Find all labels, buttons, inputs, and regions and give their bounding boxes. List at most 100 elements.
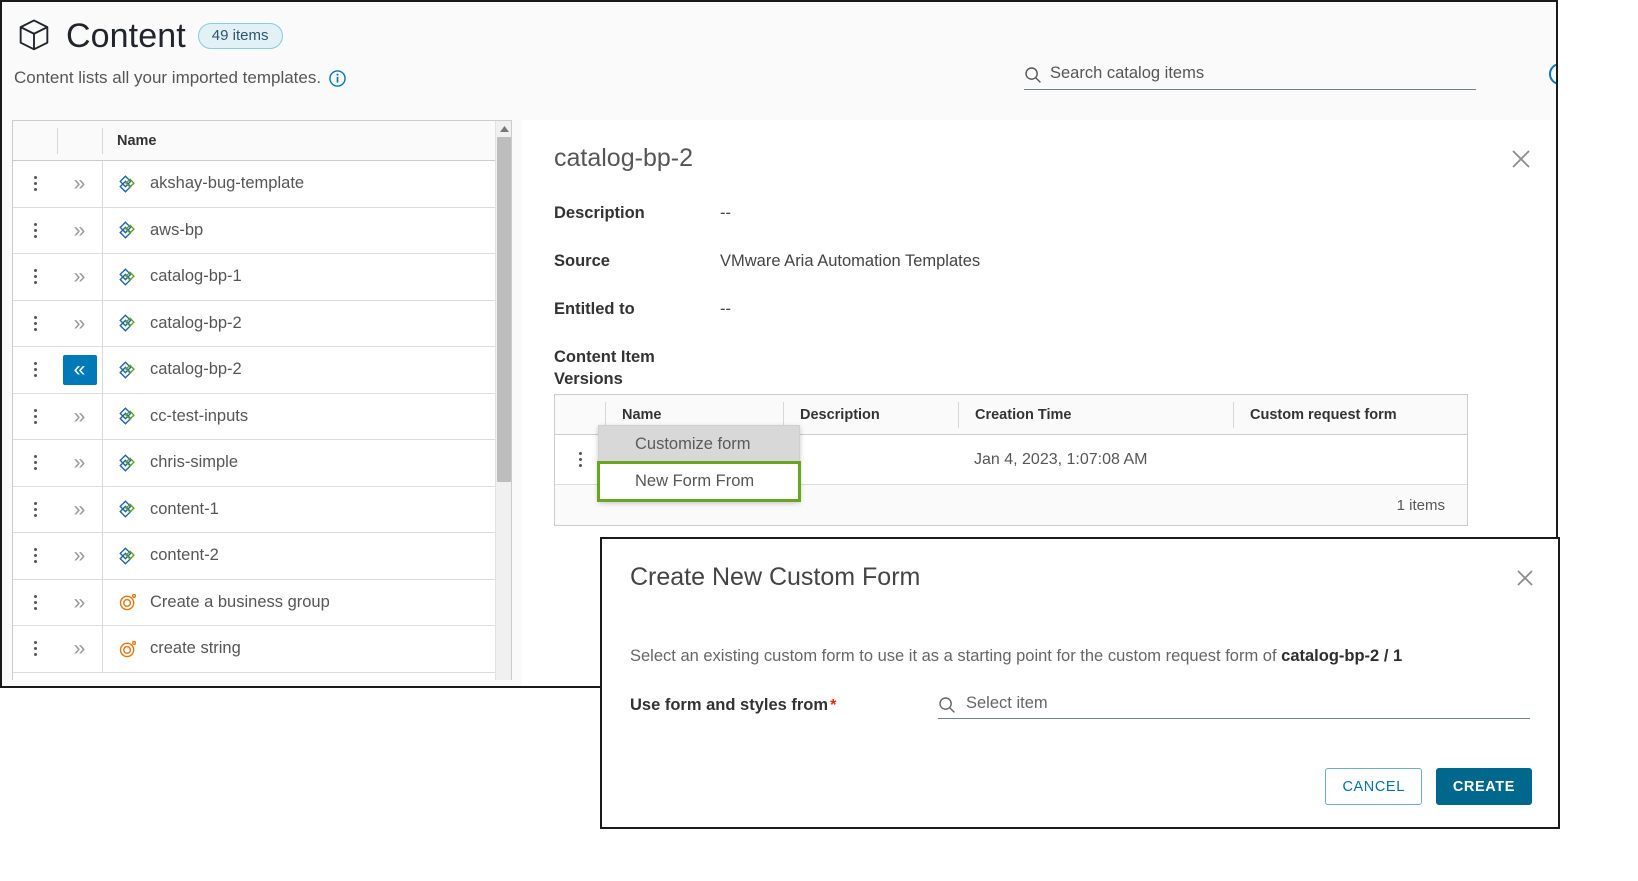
row-expand-cell[interactable]: » — [57, 161, 102, 207]
table-row[interactable]: » content-1 — [13, 486, 511, 533]
row-actions-cell[interactable] — [13, 176, 57, 192]
expand-detail-button[interactable]: » — [70, 636, 90, 661]
detail-title: catalog-bp-2 — [554, 144, 693, 172]
table-row[interactable]: » Create a business group — [13, 579, 511, 626]
row-expand-cell[interactable]: » — [57, 208, 102, 254]
versions-item-count: 1 items — [1396, 496, 1445, 514]
close-icon[interactable] — [1508, 146, 1534, 172]
expand-detail-button[interactable]: » — [70, 218, 90, 243]
row-actions-cell[interactable] — [13, 594, 57, 610]
blueprint-icon — [117, 266, 139, 288]
scroll-up-arrow[interactable] — [496, 121, 511, 137]
expand-detail-button[interactable]: » — [70, 590, 90, 615]
row-expand-cell[interactable]: « — [57, 347, 102, 393]
row-actions-cell[interactable] — [13, 548, 57, 564]
item-count-badge: 49 items — [197, 23, 283, 49]
modal-action-bar: CANCEL CREATE — [1325, 768, 1532, 805]
row-name-cell: catalog-bp-2 — [102, 347, 511, 393]
row-actions-cell[interactable] — [13, 408, 57, 424]
kebab-menu-icon[interactable] — [578, 452, 582, 467]
page-header: Content 49 items Content lists all your … — [2, 2, 1556, 110]
kebab-menu-icon[interactable] — [33, 501, 37, 517]
detail-field-label: Description — [554, 204, 645, 222]
search-box[interactable] — [1024, 60, 1476, 90]
select-item-field[interactable] — [938, 691, 1530, 719]
blueprint-icon — [117, 498, 139, 520]
refresh-icon[interactable] — [1547, 61, 1556, 87]
row-name-label: catalog-bp-2 — [150, 360, 242, 379]
row-name-cell: create string — [102, 626, 511, 672]
menu-item-customize-form[interactable]: Customize form — [599, 426, 799, 463]
row-name-label: Create a business group — [150, 592, 330, 611]
kebab-menu-icon[interactable] — [33, 594, 37, 610]
cancel-button[interactable]: CANCEL — [1325, 768, 1422, 805]
grid-scrollbar[interactable] — [495, 121, 511, 680]
kebab-menu-icon[interactable] — [33, 455, 37, 471]
close-icon[interactable] — [1514, 567, 1536, 589]
table-row[interactable]: » akshay-bug-template — [13, 161, 511, 208]
kebab-menu-icon[interactable] — [33, 269, 37, 285]
modal-description: Select an existing custom form to use it… — [630, 647, 1402, 666]
table-row[interactable]: « catalog-bp-2 — [13, 347, 511, 394]
table-row[interactable]: » content-2 — [13, 533, 511, 580]
create-button[interactable]: CREATE — [1435, 768, 1532, 805]
info-icon[interactable] — [329, 69, 346, 87]
detail-field-label: Content Item Versions — [554, 348, 655, 388]
page-title-row: Content 49 items — [14, 16, 283, 56]
table-row[interactable]: » catalog-bp-2 — [13, 300, 511, 347]
versions-header-name: Name — [605, 401, 783, 428]
expand-detail-button[interactable]: » — [70, 171, 90, 196]
workflow-icon — [117, 591, 139, 613]
row-name-cell: content-1 — [102, 486, 511, 532]
row-expand-cell[interactable]: » — [57, 626, 102, 672]
expand-detail-button[interactable]: » — [70, 311, 90, 336]
table-row[interactable]: » catalog-bp-1 — [13, 254, 511, 301]
row-expand-cell[interactable]: » — [57, 394, 102, 440]
expand-detail-button[interactable]: » — [70, 497, 90, 522]
grid-header-row: Name — [13, 121, 511, 161]
blueprint-icon — [117, 359, 139, 381]
row-actions-cell[interactable] — [13, 641, 57, 657]
kebab-menu-icon[interactable] — [33, 548, 37, 564]
row-actions-cell[interactable] — [13, 315, 57, 331]
detail-field-row: Source VMware Aria Automation Templates — [554, 250, 1514, 272]
row-name-cell: catalog-bp-1 — [102, 254, 511, 300]
row-name-cell: cc-test-inputs — [102, 393, 511, 439]
kebab-menu-icon[interactable] — [33, 315, 37, 331]
select-item-input[interactable] — [964, 693, 1530, 716]
row-expand-cell[interactable]: » — [57, 533, 102, 579]
menu-item-new-form-from[interactable]: New Form From — [597, 461, 801, 502]
row-actions-cell[interactable] — [13, 362, 57, 378]
kebab-menu-icon[interactable] — [33, 362, 37, 378]
table-row[interactable]: » aws-bp — [13, 207, 511, 254]
kebab-menu-icon[interactable] — [33, 641, 37, 657]
detail-field-list: Description -- Source VMware Aria Automatio… — [554, 202, 1514, 416]
row-expand-cell[interactable]: » — [57, 440, 102, 486]
detail-field-row: Entitled to -- — [554, 298, 1514, 320]
scroll-thumb[interactable] — [497, 137, 511, 482]
workflow-icon — [117, 638, 139, 660]
row-expand-cell[interactable]: » — [57, 487, 102, 533]
row-name-label: catalog-bp-1 — [150, 267, 242, 286]
row-actions-cell[interactable] — [13, 269, 57, 285]
kebab-menu-icon[interactable] — [33, 222, 37, 238]
kebab-menu-icon[interactable] — [33, 408, 37, 424]
collapse-detail-button[interactable]: « — [62, 354, 97, 385]
row-expand-cell[interactable]: » — [57, 254, 102, 300]
table-row[interactable]: » cc-test-inputs — [13, 393, 511, 440]
expand-detail-button[interactable]: » — [70, 264, 90, 289]
row-context-menu: Customize form New Form From — [597, 425, 801, 502]
table-row[interactable]: » chris-simple — [13, 440, 511, 487]
kebab-menu-icon[interactable] — [33, 176, 37, 192]
expand-detail-button[interactable]: » — [70, 404, 90, 429]
row-actions-cell[interactable] — [13, 222, 57, 238]
row-actions-cell[interactable] — [13, 501, 57, 517]
row-expand-cell[interactable]: » — [57, 580, 102, 626]
expand-detail-button[interactable]: » — [70, 450, 90, 475]
blueprint-icon — [117, 405, 139, 427]
row-actions-cell[interactable] — [13, 455, 57, 471]
expand-detail-button[interactable]: » — [70, 543, 90, 568]
search-input[interactable] — [1050, 63, 1476, 86]
table-row[interactable]: » create string — [13, 626, 511, 673]
row-expand-cell[interactable]: » — [57, 301, 102, 347]
